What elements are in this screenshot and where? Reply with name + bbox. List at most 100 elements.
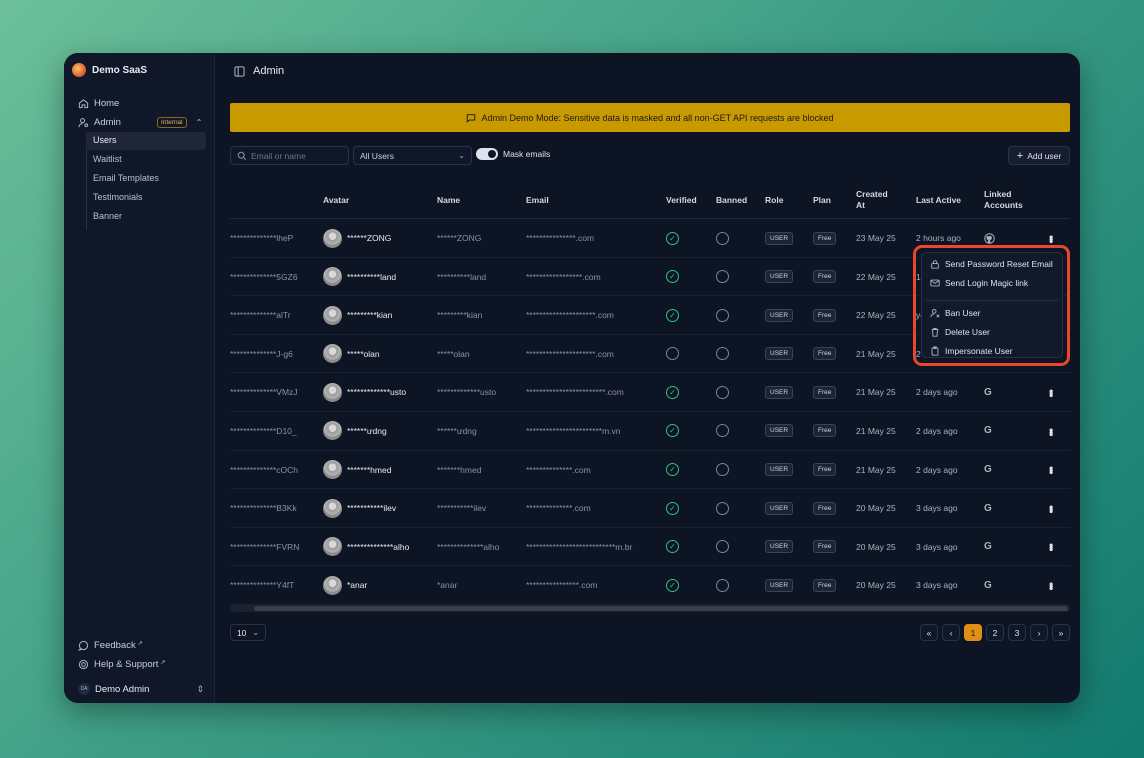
sidebar-item-feedback[interactable]: Feedback ↗ bbox=[78, 640, 143, 651]
role-cell: USER bbox=[765, 258, 794, 296]
page-button-1[interactable]: 1 bbox=[964, 624, 982, 641]
created-at: 20 May 25 bbox=[856, 503, 896, 514]
display-name: *************usto bbox=[347, 387, 407, 398]
col-plan[interactable]: Plan bbox=[813, 181, 831, 219]
table-row[interactable]: **************Y4fT *anar *anar ************… bbox=[230, 566, 1070, 605]
more-vertical-icon: ••• bbox=[1044, 389, 1058, 396]
external-link-icon: ↗ bbox=[160, 659, 166, 666]
row-actions-button[interactable]: ••• bbox=[1044, 489, 1058, 527]
page-button-3[interactable]: 3 bbox=[1008, 624, 1026, 641]
role-badge: USER bbox=[765, 308, 794, 322]
last-page-button[interactable]: » bbox=[1052, 624, 1070, 641]
row-actions-button[interactable]: ••• bbox=[1044, 566, 1058, 604]
user-name: Demo Admin bbox=[95, 683, 150, 695]
user-email: **************.com bbox=[526, 503, 591, 514]
col-banned[interactable]: Banned bbox=[716, 181, 747, 219]
add-user-label: Add user bbox=[1027, 150, 1062, 161]
user-email: ************************.com bbox=[526, 387, 624, 398]
sidebar-item-testimonials[interactable]: Testimonials bbox=[86, 189, 206, 207]
table-row[interactable]: **************B3Kk ***********ilev *******… bbox=[230, 489, 1070, 528]
sidebar-item-banner[interactable]: Banner bbox=[86, 208, 206, 226]
display-name: *********kian bbox=[347, 310, 393, 321]
google-icon: G bbox=[984, 579, 992, 591]
mask-emails-label: Mask emails bbox=[503, 149, 551, 159]
first-page-button[interactable]: « bbox=[920, 624, 938, 641]
page-button-2[interactable]: 2 bbox=[986, 624, 1004, 641]
google-icon: G bbox=[984, 502, 992, 514]
banned-cell bbox=[716, 451, 729, 489]
scrollbar-thumb[interactable] bbox=[254, 606, 1068, 611]
sidebar-item-label: Help & Support bbox=[94, 659, 159, 670]
display-name: *****olan bbox=[347, 348, 380, 359]
user-menu[interactable]: DA Demo Admin ⇕ bbox=[78, 683, 204, 695]
last-active: 2 days ago bbox=[916, 387, 958, 398]
sidebar-toggle-icon[interactable] bbox=[234, 65, 245, 77]
add-user-button[interactable]: + Add user bbox=[1008, 146, 1070, 165]
empty-circle-icon bbox=[716, 308, 729, 322]
horizontal-scrollbar[interactable] bbox=[230, 605, 1070, 612]
row-actions-button[interactable]: ••• bbox=[1044, 451, 1058, 489]
row-actions-button[interactable]: ••• bbox=[1044, 528, 1058, 566]
table-row[interactable]: **************cOCh *******hmed *******hmed… bbox=[230, 451, 1070, 490]
col-role[interactable]: Role bbox=[765, 181, 783, 219]
role-cell: USER bbox=[765, 451, 794, 489]
display-name: *******hmed bbox=[347, 464, 392, 475]
next-page-button[interactable]: › bbox=[1030, 624, 1048, 641]
sidebar-item-email-templates[interactable]: Email Templates bbox=[86, 170, 206, 188]
brand[interactable]: Demo SaaS bbox=[72, 63, 147, 77]
sidebar-item-help[interactable]: Help & Support ↗ bbox=[78, 659, 165, 670]
prev-page-button[interactable]: ‹ bbox=[942, 624, 960, 641]
sidebar-item-admin[interactable]: Admin Internal ⌃ bbox=[78, 117, 202, 128]
role-badge: USER bbox=[765, 424, 794, 438]
avatar: DA bbox=[78, 683, 90, 695]
created-at: 22 May 25 bbox=[856, 271, 896, 282]
user-name: *******hmed bbox=[437, 464, 482, 475]
col-created[interactable]: Created At bbox=[856, 181, 896, 219]
col-avatar[interactable]: Avatar bbox=[323, 181, 349, 219]
role-badge: USER bbox=[765, 540, 794, 554]
plan-badge: Free bbox=[813, 385, 837, 399]
google-icon: G bbox=[984, 464, 992, 476]
role-cell: USER bbox=[765, 489, 794, 527]
linked-accounts: G bbox=[984, 412, 992, 450]
banner-text: Admin Demo Mode: Sensitive data is maske… bbox=[481, 112, 834, 123]
created-at: 20 May 25 bbox=[856, 541, 896, 552]
message-icon bbox=[78, 640, 89, 651]
role-badge: USER bbox=[765, 270, 794, 284]
col-verified[interactable]: Verified bbox=[666, 181, 697, 219]
sidebar-item-home[interactable]: Home bbox=[78, 98, 119, 109]
created-at: 20 May 25 bbox=[856, 580, 896, 591]
col-linked-accounts[interactable]: Linked Accounts bbox=[984, 181, 1028, 219]
user-filter-select[interactable]: All Users ⌄ bbox=[353, 146, 472, 165]
col-email[interactable]: Email bbox=[526, 181, 549, 219]
table-row[interactable]: **************FVRN **************alho ****… bbox=[230, 528, 1070, 567]
user-name: ******ưdng bbox=[437, 425, 477, 436]
user-name: *****olan bbox=[437, 348, 470, 359]
linked-accounts: G bbox=[984, 528, 992, 566]
plan-badge: Free bbox=[813, 231, 837, 245]
sidebar-item-waitlist[interactable]: Waitlist bbox=[86, 151, 206, 169]
created-at: 21 May 25 bbox=[856, 425, 896, 436]
col-last-active[interactable]: Last Active bbox=[916, 181, 961, 219]
search-input[interactable] bbox=[251, 150, 346, 161]
table-row[interactable]: **************D10_ ******ưdng ******ưdng **… bbox=[230, 412, 1070, 451]
sidebar-item-users[interactable]: Users bbox=[86, 132, 206, 150]
chevron-up-icon[interactable]: ⌃ bbox=[196, 118, 203, 127]
banned-cell bbox=[716, 412, 729, 450]
role-cell: USER bbox=[765, 566, 794, 604]
role-badge: USER bbox=[765, 347, 794, 361]
search-box[interactable] bbox=[230, 146, 349, 165]
col-name[interactable]: Name bbox=[437, 181, 460, 219]
mask-emails-toggle[interactable] bbox=[476, 148, 498, 160]
user-id: **************lheP bbox=[230, 233, 294, 243]
select-value: All Users bbox=[360, 150, 395, 161]
brand-name: Demo SaaS bbox=[92, 64, 148, 76]
page-size-select[interactable]: 10 ⌄ bbox=[230, 624, 266, 641]
row-actions-button[interactable]: ••• bbox=[1044, 373, 1058, 411]
last-active: 2 days ago bbox=[916, 425, 958, 436]
app-window: Demo SaaS Home Admin Internal ⌃ Users Wa… bbox=[64, 53, 1080, 703]
row-actions-button[interactable]: ••• bbox=[1044, 412, 1058, 450]
empty-circle-icon bbox=[716, 463, 729, 477]
table-row[interactable]: **************VMzJ *************usto *****… bbox=[230, 373, 1070, 412]
avatar bbox=[323, 344, 342, 364]
